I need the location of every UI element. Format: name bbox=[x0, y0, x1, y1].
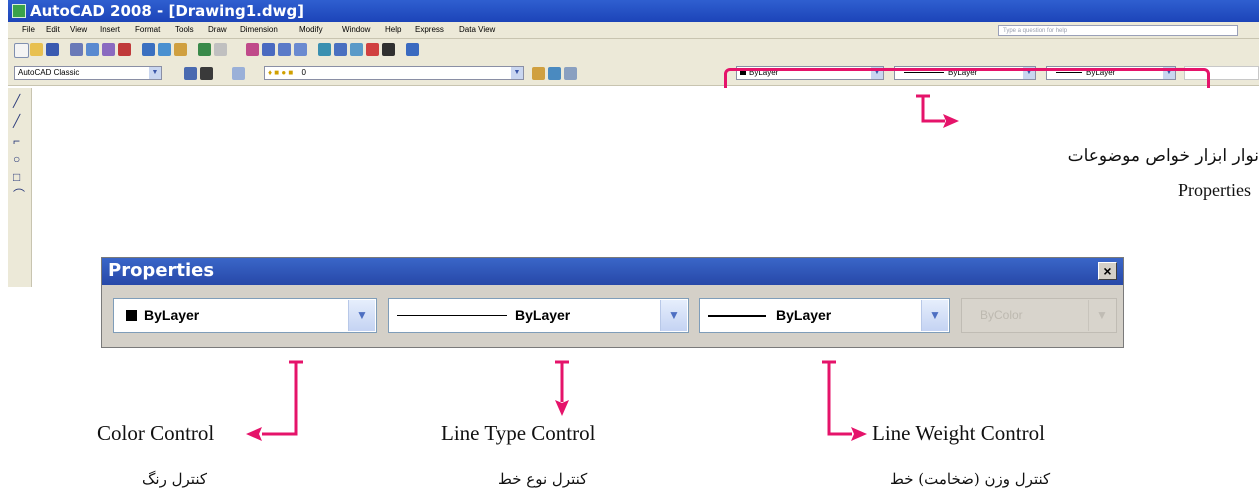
color-swatch bbox=[126, 310, 137, 321]
properties-title-bar: Properties × bbox=[102, 258, 1123, 285]
menu-dimension[interactable]: Dimension bbox=[240, 23, 278, 36]
draw-toolbar: ╱ ╱ ⌐ ○ □ ⌒ bbox=[8, 88, 32, 287]
plotstyle-value: ByColor bbox=[980, 308, 1023, 322]
pan-icon[interactable] bbox=[246, 43, 259, 56]
make-current-layer-icon[interactable] bbox=[532, 67, 545, 80]
close-icon[interactable]: × bbox=[1098, 262, 1117, 280]
sheet-set-icon[interactable] bbox=[366, 43, 379, 56]
workspace-dropdown[interactable]: AutoCAD Classic ▼ bbox=[14, 66, 162, 80]
arc-tool-icon[interactable]: ⌒ bbox=[13, 188, 25, 202]
workspace-value: AutoCAD Classic bbox=[18, 68, 80, 77]
circle-tool-icon[interactable]: ○ bbox=[13, 152, 20, 166]
lineweight-control-label: Line Weight Control bbox=[872, 421, 1045, 445]
linetype-control-persian: كنترل نوع خط bbox=[498, 470, 588, 488]
undo-icon[interactable] bbox=[198, 43, 211, 56]
linetype-preview bbox=[397, 315, 507, 316]
linetype-control-dropdown[interactable]: ByLayer ▼ bbox=[388, 298, 689, 333]
app-icon bbox=[12, 4, 26, 18]
color-control-dropdown[interactable]: ByLayer ▼ bbox=[113, 298, 377, 333]
menu-express[interactable]: Express bbox=[415, 23, 444, 36]
help-icon[interactable] bbox=[406, 43, 419, 56]
polyline-tool-icon[interactable]: ⌐ bbox=[13, 134, 20, 148]
publish-icon[interactable] bbox=[102, 43, 115, 56]
menu-window[interactable]: Window bbox=[342, 23, 370, 36]
menu-format[interactable]: Format bbox=[135, 23, 160, 36]
menu-insert[interactable]: Insert bbox=[100, 23, 120, 36]
dropdown-arrow-icon[interactable]: ▼ bbox=[921, 300, 948, 331]
design-center-icon[interactable] bbox=[334, 43, 347, 56]
layer-manager-icon[interactable] bbox=[232, 67, 245, 80]
help-search-input[interactable]: Type a question for help bbox=[998, 25, 1238, 36]
color-value: ByLayer bbox=[144, 307, 200, 323]
arrow-head-icon bbox=[246, 427, 262, 441]
persian-caption: نوار ابزار خواص موضوعات bbox=[1067, 146, 1259, 166]
color-control-persian: كنترل رنگ bbox=[142, 470, 207, 488]
plotstyle-control-dropdown: ByColor ▼ bbox=[961, 298, 1117, 333]
print-icon[interactable] bbox=[70, 43, 83, 56]
preview-icon[interactable] bbox=[86, 43, 99, 56]
window-title: AutoCAD 2008 - [Drawing1.dwg] bbox=[30, 2, 305, 20]
properties-icon[interactable] bbox=[318, 43, 331, 56]
lineweight-value: ByLayer bbox=[776, 307, 832, 323]
workspace-save-icon[interactable] bbox=[200, 67, 213, 80]
copy-icon[interactable] bbox=[142, 43, 155, 56]
standard-toolbar bbox=[8, 39, 1259, 63]
menu-draw[interactable]: Draw bbox=[208, 23, 227, 36]
english-caption: Properties bbox=[1178, 180, 1251, 200]
layer-state-icons: ♦ ■ ● ■ bbox=[268, 68, 294, 77]
dropdown-arrow-icon[interactable]: ▼ bbox=[348, 300, 375, 331]
zoom-previous-icon[interactable] bbox=[294, 43, 307, 56]
menu-data-view[interactable]: Data View bbox=[459, 23, 495, 36]
menu-tools[interactable]: Tools bbox=[175, 23, 194, 36]
layer-dropdown[interactable]: ♦ ■ ● ■ 0 ▼ bbox=[264, 66, 524, 80]
lineweight-control-dropdown[interactable]: ByLayer ▼ bbox=[699, 298, 950, 333]
lineweight-preview bbox=[708, 315, 766, 317]
lineweight-control-persian: كنترل وزن (ضخامت) خط bbox=[890, 470, 1051, 488]
menu-file[interactable]: File bbox=[22, 23, 35, 36]
cut-icon[interactable] bbox=[118, 43, 131, 56]
dropdown-arrow-icon[interactable]: ▼ bbox=[149, 67, 161, 79]
open-file-icon[interactable] bbox=[30, 43, 43, 56]
layer-states-icon[interactable] bbox=[564, 67, 577, 80]
construction-line-icon[interactable]: ╱ bbox=[13, 114, 20, 128]
rectangle-tool-icon[interactable]: □ bbox=[13, 170, 20, 184]
linetype-control-label: Line Type Control bbox=[441, 421, 596, 445]
new-file-icon[interactable] bbox=[14, 43, 29, 58]
menu-modify[interactable]: Modify bbox=[299, 23, 323, 36]
properties-title: Properties bbox=[108, 260, 215, 281]
workspace-settings-icon[interactable] bbox=[184, 67, 197, 80]
layer-value: 0 bbox=[301, 68, 306, 77]
layer-previous-icon[interactable] bbox=[548, 67, 561, 80]
dropdown-arrow-icon: ▼ bbox=[1088, 300, 1115, 331]
zoom-realtime-icon[interactable] bbox=[262, 43, 275, 56]
menu-view[interactable]: View bbox=[70, 23, 87, 36]
dropdown-arrow-icon[interactable]: ▼ bbox=[660, 300, 687, 331]
dropdown-arrow-icon[interactable]: ▼ bbox=[511, 67, 523, 79]
menu-help[interactable]: Help bbox=[385, 23, 401, 36]
properties-toolbar: Properties × ByLayer ▼ ByLayer ▼ ByLayer… bbox=[101, 257, 1124, 348]
line-tool-icon[interactable]: ╱ bbox=[13, 94, 20, 108]
redo-icon[interactable] bbox=[214, 43, 227, 56]
title-bar: AutoCAD 2008 - [Drawing1.dwg] bbox=[8, 0, 1259, 22]
tool-palettes-icon[interactable] bbox=[350, 43, 363, 56]
paste-icon[interactable] bbox=[158, 43, 171, 56]
save-icon[interactable] bbox=[46, 43, 59, 56]
color-control-label: Color Control bbox=[97, 421, 215, 445]
autocad-window: AutoCAD 2008 - [Drawing1.dwg] File Edit … bbox=[8, 0, 1259, 287]
markup-icon[interactable] bbox=[382, 43, 395, 56]
arrow-head-icon bbox=[555, 400, 569, 416]
match-properties-icon[interactable] bbox=[174, 43, 187, 56]
menu-edit[interactable]: Edit bbox=[46, 23, 60, 36]
arrow-head-icon bbox=[851, 427, 867, 441]
linetype-value: ByLayer bbox=[515, 307, 571, 323]
zoom-window-icon[interactable] bbox=[278, 43, 291, 56]
